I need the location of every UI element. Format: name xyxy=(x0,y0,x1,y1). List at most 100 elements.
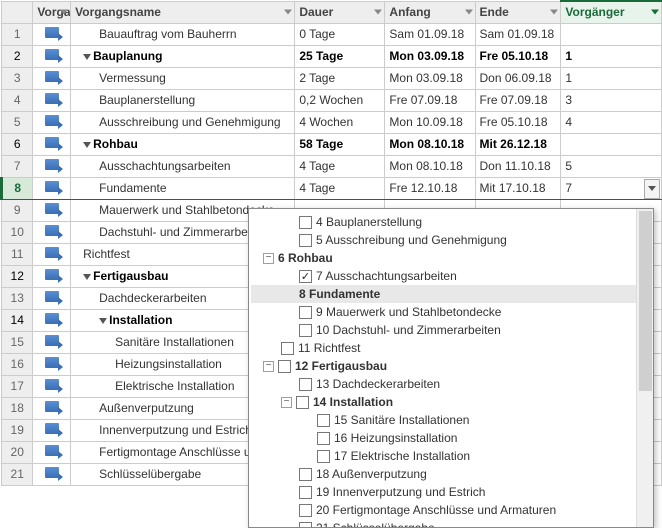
scrollbar[interactable] xyxy=(636,209,653,527)
collapse-icon[interactable] xyxy=(83,142,91,148)
task-name-cell[interactable]: Bauauftrag vom Bauherrn xyxy=(71,23,295,45)
tree-checkbox[interactable] xyxy=(299,216,312,229)
col-taskname[interactable]: Vorgangsname xyxy=(71,1,295,23)
tree-collapse-icon[interactable]: − xyxy=(263,361,274,372)
row-number[interactable]: 9 xyxy=(2,199,33,221)
row-number[interactable]: 5 xyxy=(2,111,33,133)
row-number[interactable]: 15 xyxy=(2,331,33,353)
task-name-cell[interactable]: Ausschachtungsarbeiten xyxy=(71,155,295,177)
row-number[interactable]: 8 xyxy=(2,177,33,199)
tree-checkbox[interactable]: ✓ xyxy=(299,270,312,283)
dur-cell[interactable]: 2 Tage xyxy=(295,67,385,89)
tree-checkbox[interactable] xyxy=(281,342,294,355)
tree-checkbox[interactable] xyxy=(317,432,330,445)
end-cell[interactable]: Don 06.09.18 xyxy=(475,67,561,89)
row-number[interactable]: 11 xyxy=(2,243,33,265)
row-number[interactable]: 4 xyxy=(2,89,33,111)
task-name-cell[interactable]: Bauplanerstellung xyxy=(71,89,295,111)
tree-collapse-icon[interactable]: − xyxy=(263,253,274,264)
pred-cell[interactable]: 1 xyxy=(561,67,662,89)
pred-cell[interactable]: 3 xyxy=(561,89,662,111)
start-cell[interactable]: Mon 03.09.18 xyxy=(385,67,475,89)
tree-collapse-icon[interactable]: − xyxy=(281,397,292,408)
col-predecessor[interactable]: Vorgänger xyxy=(561,1,662,23)
tree-item[interactable]: 16 Heizungsinstallation xyxy=(251,429,651,447)
task-name-cell[interactable]: Bauplanung xyxy=(71,45,295,67)
tree-checkbox[interactable] xyxy=(317,450,330,463)
tree-item[interactable]: 13 Dachdeckerarbeiten xyxy=(251,375,651,393)
row-number[interactable]: 18 xyxy=(2,397,33,419)
tree-item[interactable]: ✓7 Ausschachtungsarbeiten xyxy=(251,267,651,285)
table-row[interactable]: 3 Vermessung2 TageMon 03.09.18Don 06.09.1… xyxy=(2,67,662,89)
table-row[interactable]: 1Bauauftrag vom Bauherrn0 TageSam 01.09.… xyxy=(2,23,662,45)
tree-checkbox[interactable] xyxy=(299,324,312,337)
row-number[interactable]: 13 xyxy=(2,287,33,309)
dur-cell[interactable]: 0,2 Wochen xyxy=(295,89,385,111)
start-cell[interactable]: Fre 12.10.18 xyxy=(385,177,475,199)
cell-dropdown-button[interactable] xyxy=(644,179,660,199)
col-duration[interactable]: Dauer xyxy=(295,1,385,23)
row-number[interactable]: 20 xyxy=(2,441,33,463)
dur-cell[interactable]: 4 Wochen xyxy=(295,111,385,133)
table-row[interactable]: 4Bauplanerstellung0,2 WochenFre 07.09.18… xyxy=(2,89,662,111)
tree-item[interactable]: 21 Schlüsselübergabe xyxy=(251,519,651,528)
row-number[interactable]: 19 xyxy=(2,419,33,441)
row-number[interactable]: 3 xyxy=(2,67,33,89)
rownum-header[interactable] xyxy=(2,1,33,23)
task-name-cell[interactable]: Vermessung xyxy=(71,67,295,89)
dur-cell[interactable]: 4 Tage xyxy=(295,155,385,177)
start-cell[interactable]: Mon 10.09.18 xyxy=(385,111,475,133)
row-number[interactable]: 14 xyxy=(2,309,33,331)
start-cell[interactable]: Mon 03.09.18 xyxy=(385,45,475,67)
tree-checkbox[interactable] xyxy=(299,486,312,499)
pred-cell[interactable]: 4 xyxy=(561,111,662,133)
table-row[interactable]: 2 Bauplanung25 TageMon 03.09.18Fre 05.10.… xyxy=(2,45,662,67)
dur-cell[interactable]: 58 Tage xyxy=(295,133,385,155)
tree-item[interactable]: 19 Innenverputzung und Estrich xyxy=(251,483,651,501)
end-cell[interactable]: Fre 05.10.18 xyxy=(475,45,561,67)
dur-cell[interactable]: 0 Tage xyxy=(295,23,385,45)
collapse-icon[interactable] xyxy=(83,274,91,280)
table-row[interactable]: 8Fundamente4 TageFre 12.10.18Mit 17.10.1… xyxy=(2,177,662,199)
end-cell[interactable]: Mit 17.10.18 xyxy=(475,177,561,199)
tree-checkbox[interactable] xyxy=(299,378,312,391)
task-name-cell[interactable]: Ausschreibung und Genehmigung xyxy=(71,111,295,133)
row-number[interactable]: 21 xyxy=(2,463,33,485)
tree-checkbox[interactable] xyxy=(296,396,309,409)
row-number[interactable]: 10 xyxy=(2,221,33,243)
pred-cell[interactable]: 7 xyxy=(561,177,662,199)
tree-item[interactable]: 9 Mauerwerk und Stahlbetondecke xyxy=(251,303,651,321)
tree-item[interactable]: 4 Bauplanerstellung xyxy=(251,213,651,231)
col-start[interactable]: Anfang xyxy=(385,1,475,23)
tree-checkbox[interactable] xyxy=(299,306,312,319)
tree-item[interactable]: 5 Ausschreibung und Genehmigung xyxy=(251,231,651,249)
row-number[interactable]: 16 xyxy=(2,353,33,375)
tree-item[interactable]: −6 Rohbau xyxy=(251,249,651,267)
pred-cell[interactable] xyxy=(561,23,662,45)
tree-item[interactable]: 11 Richtfest xyxy=(251,339,651,357)
row-number[interactable]: 2 xyxy=(2,45,33,67)
tree-checkbox[interactable] xyxy=(299,234,312,247)
table-row[interactable]: 6Rohbau58 TageMon 08.10.18Mit 26.12.18 xyxy=(2,133,662,155)
dur-cell[interactable]: 25 Tage xyxy=(295,45,385,67)
start-cell[interactable]: Mon 08.10.18 xyxy=(385,133,475,155)
table-row[interactable]: 5 Ausschreibung und Genehmigung4 WochenMo… xyxy=(2,111,662,133)
end-cell[interactable]: Mit 26.12.18 xyxy=(475,133,561,155)
end-cell[interactable]: Sam 01.09.18 xyxy=(475,23,561,45)
table-row[interactable]: 7 Ausschachtungsarbeiten4 TageMon 08.10.1… xyxy=(2,155,662,177)
tree-item[interactable]: −12 Fertigausbau xyxy=(251,357,651,375)
end-cell[interactable]: Fre 07.09.18 xyxy=(475,89,561,111)
tree-item[interactable]: 20 Fertigmontage Anschlüsse und Armature… xyxy=(251,501,651,519)
start-cell[interactable]: Mon 08.10.18 xyxy=(385,155,475,177)
collapse-icon[interactable] xyxy=(99,318,107,324)
tree-item[interactable]: 15 Sanitäre Installationen xyxy=(251,411,651,429)
start-cell[interactable]: Fre 07.09.18 xyxy=(385,89,475,111)
collapse-icon[interactable] xyxy=(83,54,91,60)
row-number[interactable]: 7 xyxy=(2,155,33,177)
tree-item[interactable]: 10 Dachstuhl- und Zimmerarbeiten xyxy=(251,321,651,339)
tree-checkbox[interactable] xyxy=(278,360,291,373)
end-cell[interactable]: Don 11.10.18 xyxy=(475,155,561,177)
tree-checkbox[interactable] xyxy=(317,414,330,427)
row-number[interactable]: 6 xyxy=(2,133,33,155)
dur-cell[interactable]: 4 Tage xyxy=(295,177,385,199)
